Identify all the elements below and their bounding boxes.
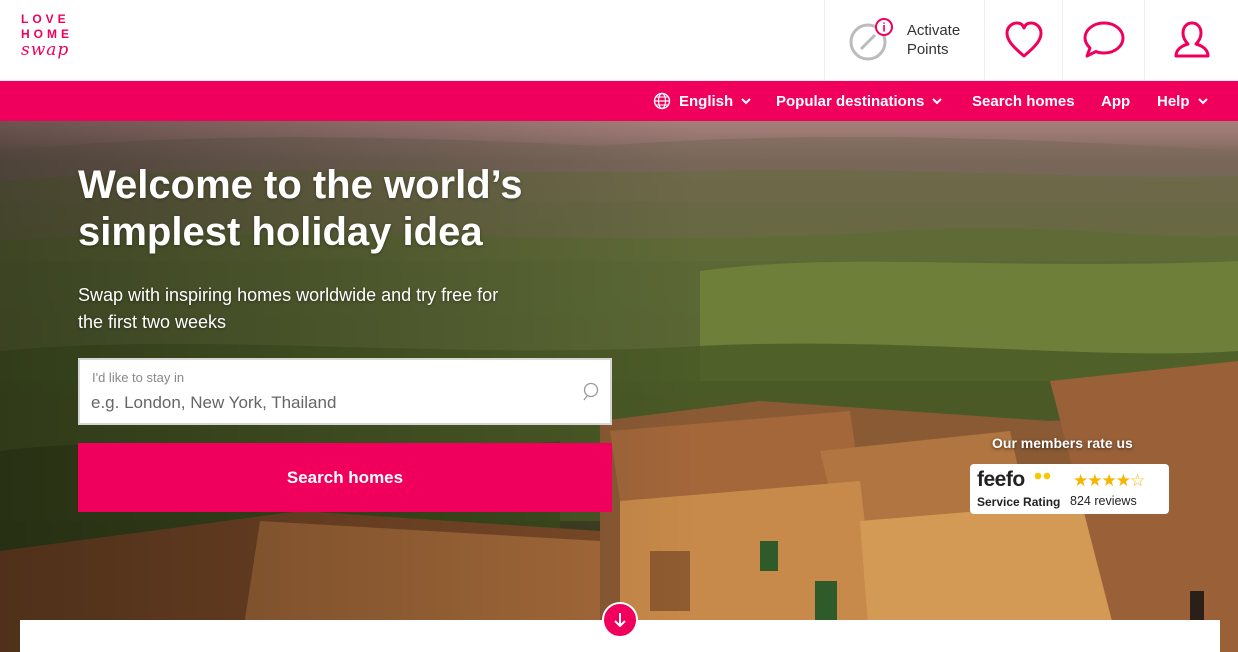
user-icon [1174,21,1209,58]
chevron-down-icon [932,97,943,104]
nav-popular-destinations[interactable]: Popular destinations [776,81,943,121]
subline-line-1: Swap with inspiring homes worldwide and … [78,285,499,305]
feefo-stars: ★★★★☆ [1073,471,1145,490]
activate-points-button[interactable]: i Activate Points [824,0,984,80]
rating-title: Our members rate us [992,435,1133,451]
site-header: LOVE HOME swap i Activate Points [0,0,1238,81]
chat-bubble-icon [1083,21,1124,58]
feefo-service-rating: Service Rating [977,495,1061,509]
nav-search-label: Search homes [972,92,1075,110]
favourites-button[interactable] [984,0,1062,80]
search-homes-button[interactable]: Search homes [78,443,612,512]
main-nav-bar: English Popular destinations Search home… [0,81,1238,121]
svg-text:i: i [882,21,885,35]
nav-popular-label: Popular destinations [776,92,925,110]
search-icon[interactable] [582,382,600,402]
messages-button[interactable] [1062,0,1144,80]
activate-label: Activate [906,22,961,39]
feefo-rating-badge[interactable]: feefo Service Rating ★★★★☆ 824 reviews [970,464,1169,514]
feefo-eyes-icon [1034,472,1051,480]
chevron-down-icon [1197,97,1208,104]
nav-language-label: English [679,92,734,110]
love-home-swap-logo[interactable]: LOVE HOME swap [21,12,91,72]
nav-search-homes[interactable]: Search homes [972,81,1075,121]
destination-search-box[interactable]: I'd like to stay in [78,358,612,425]
search-label: I'd like to stay in [92,370,185,385]
nav-language-selector[interactable]: English [653,81,751,121]
nav-app-label: App [1101,92,1131,110]
hero-subline: Swap with inspiring homes worldwide and … [78,282,618,336]
logo-line-3: swap [21,40,70,60]
nav-help-label: Help [1157,92,1190,110]
chevron-down-icon [741,97,751,104]
headline-line-2: simplest holiday idea [78,210,483,254]
feefo-review-count: 824 reviews [1070,494,1137,508]
nav-app[interactable]: App [1101,81,1130,121]
nav-help[interactable]: Help [1157,81,1208,121]
headline-line-1: Welcome to the world’s [78,163,523,207]
logo-line-1: LOVE [21,12,70,26]
activate-points-text: Activate Points [907,21,960,59]
feefo-logo: feefo [977,468,1025,491]
globe-icon [653,92,671,110]
activate-points-icon: i [849,18,893,62]
points-label: Points [906,41,949,58]
scroll-down-button[interactable] [602,602,638,638]
subline-line-2: the first two weeks [78,312,227,332]
arrow-down-icon [614,613,626,628]
heart-icon [1005,21,1042,58]
hero-headline: Welcome to the world’s simplest holiday … [78,162,638,256]
destination-search-input[interactable] [91,390,561,416]
account-button[interactable] [1144,0,1238,80]
